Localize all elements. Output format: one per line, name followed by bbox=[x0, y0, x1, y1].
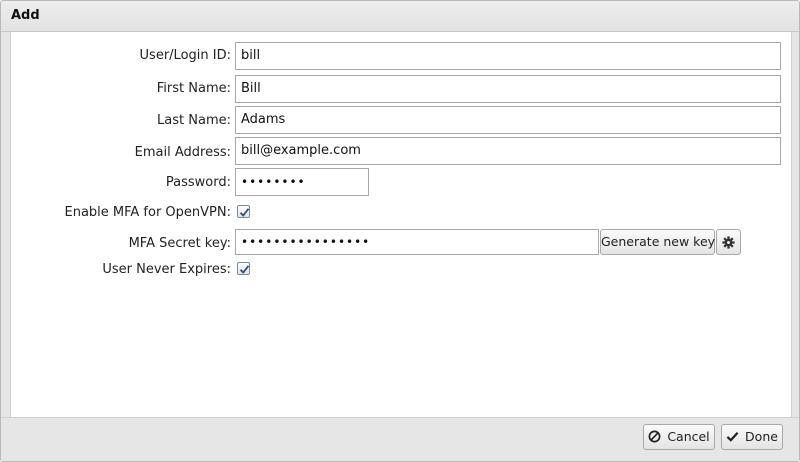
enable-mfa-checkbox[interactable] bbox=[237, 205, 250, 218]
add-user-dialog: Add User/Login ID: bill First Name: Bill… bbox=[0, 0, 800, 462]
enable-mfa-label: Enable MFA for OpenVPN: bbox=[64, 205, 231, 220]
gear-icon bbox=[722, 236, 735, 249]
user-login-input[interactable]: bill bbox=[235, 42, 781, 70]
email-label: Email Address: bbox=[134, 145, 231, 160]
checkmark-icon bbox=[239, 208, 250, 217]
last-name-input[interactable]: Adams bbox=[235, 106, 781, 134]
generate-new-key-label: Generate new key bbox=[601, 234, 716, 249]
done-button[interactable]: Done bbox=[721, 424, 783, 450]
dialog-footer: Cancel Done bbox=[1, 417, 799, 461]
generate-new-key-button[interactable]: Generate new key bbox=[600, 229, 715, 255]
dialog-body: User/Login ID: bill First Name: Bill Las… bbox=[10, 32, 792, 417]
mfa-secret-label: MFA Secret key: bbox=[128, 236, 231, 251]
mfa-secret-input[interactable]: •••••••••••••••• bbox=[235, 229, 599, 255]
dialog-title: Add bbox=[11, 8, 40, 23]
first-name-input[interactable]: Bill bbox=[235, 75, 781, 103]
checkmark-icon bbox=[726, 432, 739, 442]
cancel-label: Cancel bbox=[667, 429, 710, 444]
never-expires-label: User Never Expires: bbox=[102, 262, 231, 277]
dialog-titlebar: Add bbox=[1, 1, 799, 32]
email-input[interactable]: bill@example.com bbox=[235, 137, 781, 165]
mfa-settings-button[interactable] bbox=[716, 229, 741, 255]
checkmark-icon bbox=[239, 265, 250, 274]
password-label: Password: bbox=[165, 175, 231, 190]
password-input[interactable]: •••••••• bbox=[235, 168, 369, 196]
first-name-label: First Name: bbox=[156, 81, 231, 96]
last-name-label: Last Name: bbox=[157, 113, 231, 128]
cancel-button[interactable]: Cancel bbox=[643, 424, 715, 450]
done-label: Done bbox=[745, 429, 778, 444]
user-login-label: User/Login ID: bbox=[139, 48, 231, 63]
cancel-circle-icon bbox=[648, 430, 661, 443]
never-expires-checkbox[interactable] bbox=[237, 262, 250, 275]
